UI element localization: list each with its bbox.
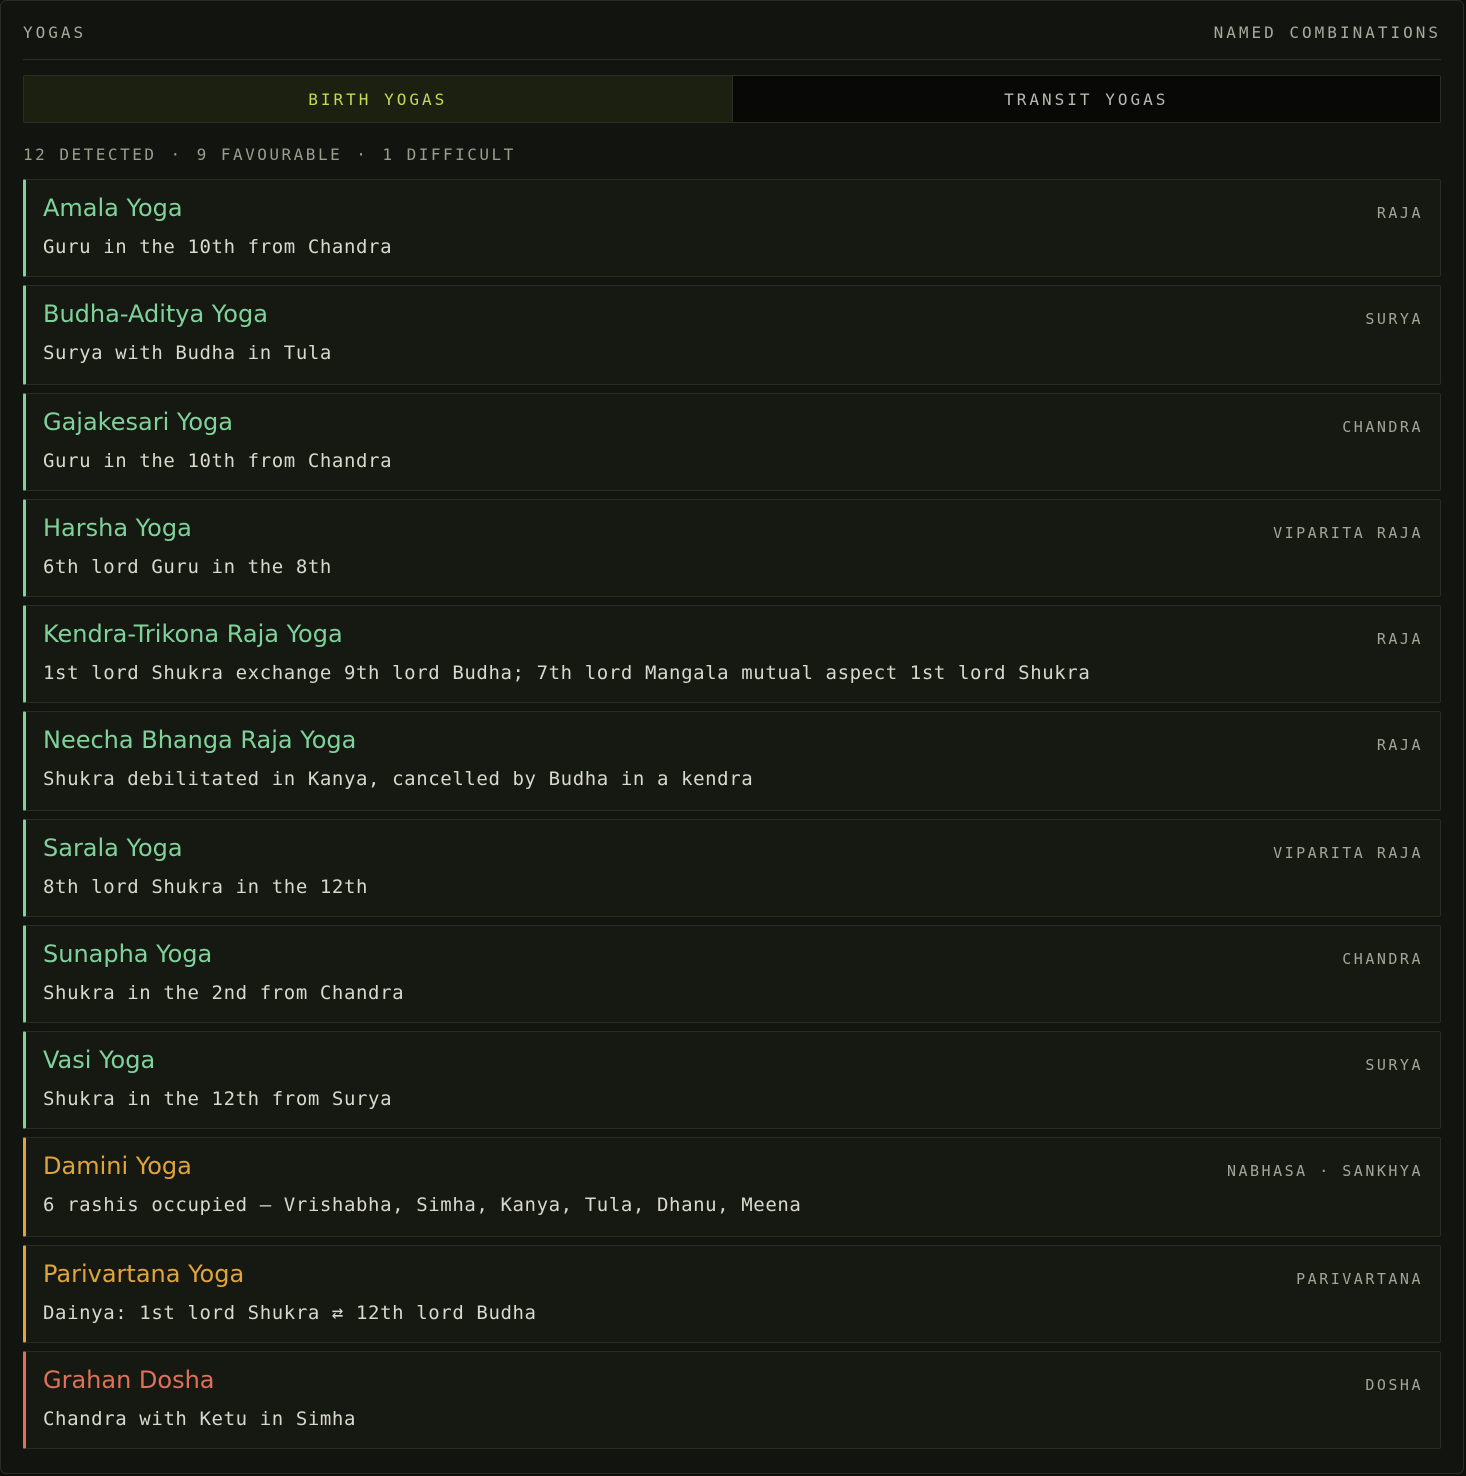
yoga-card[interactable]: Neecha Bhanga Raja Yoga RAJA Shukra debili… bbox=[23, 711, 1441, 811]
yoga-card[interactable]: Gajakesari Yoga CHANDRA Guru in the 10th f… bbox=[23, 393, 1441, 491]
yoga-name: Amala Yoga bbox=[43, 194, 183, 222]
yoga-description: Shukra in the 12th from Surya bbox=[43, 1088, 393, 1110]
yoga-category-tag: PARIVARTANA bbox=[1296, 1270, 1423, 1288]
yoga-card[interactable]: Sarala Yoga VIPARITA RAJA 8th lord Shukra … bbox=[23, 819, 1441, 917]
detected-count: 12 DETECTED bbox=[23, 145, 157, 164]
yoga-category-tag: CHANDRA bbox=[1342, 950, 1423, 968]
favourable-count: 9 FAVOURABLE bbox=[196, 145, 343, 164]
yoga-description: 6th lord Guru in the 8th bbox=[43, 556, 332, 578]
yoga-category-tag: VIPARITA RAJA bbox=[1273, 524, 1423, 542]
panel-header: YOGAS NAMED COMBINATIONS bbox=[23, 23, 1441, 60]
yoga-name: Sunapha Yoga bbox=[43, 940, 213, 968]
yoga-description: 1st lord Shukra exchange 9th lord Budha;… bbox=[43, 662, 1091, 684]
yoga-description: 6 rashis occupied — Vrishabha, Simha, Ka… bbox=[43, 1194, 802, 1216]
difficult-count: 1 DIFFICULT bbox=[382, 145, 516, 164]
yoga-name: Parivartana Yoga bbox=[43, 1260, 245, 1288]
tab-transit-yogas[interactable]: TRANSIT YOGAS bbox=[732, 76, 1440, 122]
summary-counts: 12 DETECTED · 9 FAVOURABLE · 1 DIFFICULT bbox=[23, 145, 516, 164]
yoga-category-tag: RAJA bbox=[1376, 204, 1423, 222]
yoga-name: Harsha Yoga bbox=[43, 514, 192, 542]
tab-birth-yogas[interactable]: BIRTH YOGAS bbox=[24, 76, 733, 122]
yoga-category-tag: DOSHA bbox=[1365, 1376, 1423, 1394]
yoga-category-tag: NABHASA · SANKHYA bbox=[1226, 1162, 1423, 1180]
yoga-category-tag: SURYA bbox=[1365, 310, 1423, 328]
yoga-category-tag: CHANDRA bbox=[1342, 418, 1423, 436]
yoga-card[interactable]: Budha-Aditya Yoga SURYA Surya with Budha i… bbox=[23, 285, 1441, 385]
yoga-description: Shukra debilitated in Kanya, cancelled b… bbox=[43, 768, 754, 790]
yoga-name: Damini Yoga bbox=[43, 1152, 192, 1180]
yoga-name: Neecha Bhanga Raja Yoga bbox=[43, 726, 357, 754]
yoga-card[interactable]: Amala Yoga RAJA Guru in the 10th from Chan… bbox=[23, 179, 1441, 277]
yoga-card[interactable]: Harsha Yoga VIPARITA RAJA 6th lord Guru in… bbox=[23, 499, 1441, 597]
separator: · bbox=[356, 145, 369, 164]
yoga-description: Guru in the 10th from Chandra bbox=[43, 450, 393, 472]
panel-subtitle: NAMED COMBINATIONS bbox=[1213, 23, 1441, 42]
yoga-card[interactable]: Sunapha Yoga CHANDRA Shukra in the 2nd fro… bbox=[23, 925, 1441, 1023]
separator: · bbox=[170, 145, 183, 164]
yoga-name: Vasi Yoga bbox=[43, 1046, 156, 1074]
yoga-description: Guru in the 10th from Chandra bbox=[43, 236, 393, 258]
yoga-description: 8th lord Shukra in the 12th bbox=[43, 876, 369, 898]
yoga-card[interactable]: Kendra-Trikona Raja Yoga RAJA 1st lord Shu… bbox=[23, 605, 1441, 703]
yoga-name: Sarala Yoga bbox=[43, 834, 183, 862]
yoga-description: Chandra with Ketu in Simha bbox=[43, 1408, 357, 1430]
yoga-category-tag: RAJA bbox=[1376, 630, 1423, 648]
yoga-name: Grahan Dosha bbox=[43, 1366, 215, 1394]
yoga-description: Surya with Budha in Tula bbox=[43, 342, 332, 364]
yoga-tabs: BIRTH YOGAS TRANSIT YOGAS bbox=[23, 75, 1441, 123]
yoga-name: Gajakesari Yoga bbox=[43, 408, 233, 436]
yoga-category-tag: RAJA bbox=[1376, 736, 1423, 754]
yoga-name: Budha-Aditya Yoga bbox=[43, 300, 268, 328]
panel-title: YOGAS bbox=[23, 23, 87, 42]
yoga-category-tag: VIPARITA RAJA bbox=[1273, 844, 1423, 862]
yoga-card[interactable]: Grahan Dosha DOSHA Chandra with Ketu in Si… bbox=[23, 1351, 1441, 1449]
yoga-name: Kendra-Trikona Raja Yoga bbox=[43, 620, 343, 648]
yoga-card[interactable]: Damini Yoga NABHASA · SANKHYA 6 rashis occ… bbox=[23, 1137, 1441, 1237]
yoga-description: Shukra in the 2nd from Chandra bbox=[43, 982, 405, 1004]
yoga-description: Dainya: 1st lord Shukra ⇄ 12th lord Budh… bbox=[43, 1302, 537, 1324]
yogas-panel: YOGAS NAMED COMBINATIONS BIRTH YOGAS TRA… bbox=[0, 0, 1464, 1474]
yoga-category-tag: SURYA bbox=[1365, 1056, 1423, 1074]
yoga-card[interactable]: Parivartana Yoga PARIVARTANA Dainya: 1st l… bbox=[23, 1245, 1441, 1343]
yoga-card[interactable]: Vasi Yoga SURYA Shukra in the 12th from Su… bbox=[23, 1031, 1441, 1129]
